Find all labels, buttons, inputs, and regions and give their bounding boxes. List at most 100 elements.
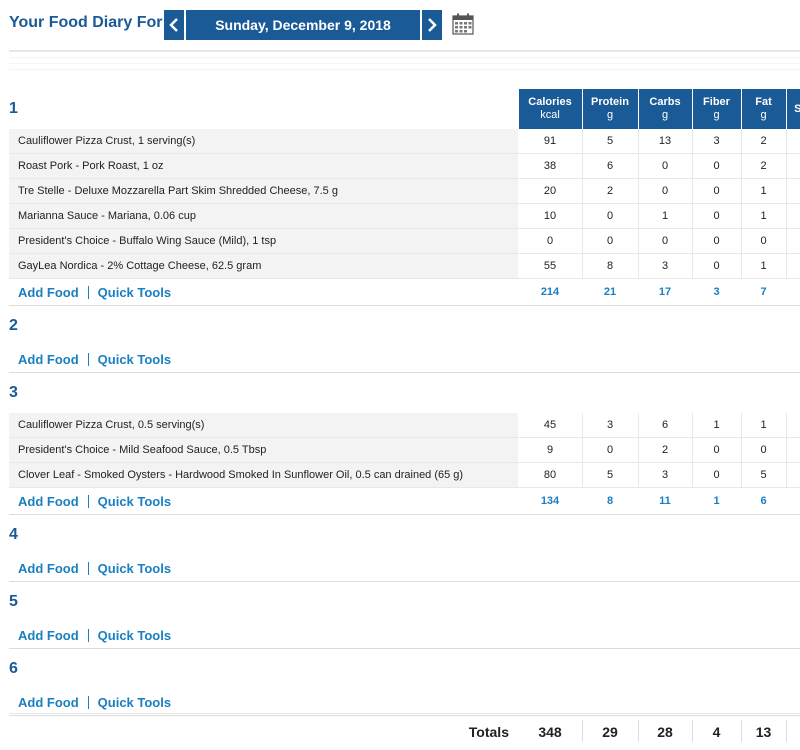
food-row[interactable]: President's Choice - Buffalo Wing Sauce … bbox=[9, 228, 800, 254]
totals-divider bbox=[9, 713, 800, 714]
meal-total-fat bbox=[741, 689, 786, 716]
meal-total-carbs bbox=[638, 622, 692, 649]
food-cal: 20 bbox=[517, 178, 582, 204]
meal-total-protein bbox=[582, 346, 638, 373]
food-extra-cell bbox=[785, 253, 800, 279]
meal-header-filler bbox=[518, 582, 800, 623]
food-row[interactable]: Tre Stelle - Deluxe Mozzarella Part Skim… bbox=[9, 178, 800, 204]
meal-header-row: 2 bbox=[9, 306, 800, 347]
meal-header-filler bbox=[518, 306, 800, 347]
food-protein: 3 bbox=[581, 413, 638, 438]
food-carbs: 1 bbox=[637, 203, 692, 229]
meal-footer-row: Add Food Quick Tools bbox=[9, 622, 800, 649]
current-date: Sunday, December 9, 2018 bbox=[186, 10, 420, 40]
food-name[interactable]: Roast Pork - Pork Roast, 1 oz bbox=[9, 153, 519, 179]
food-extra-cell bbox=[785, 178, 800, 204]
calendar-icon[interactable] bbox=[451, 12, 475, 36]
meal-total-fat bbox=[741, 555, 786, 582]
food-cal: 38 bbox=[517, 153, 582, 179]
quick-tools-link[interactable]: Quick Tools bbox=[98, 695, 171, 710]
quick-tools-link[interactable]: Quick Tools bbox=[98, 285, 171, 300]
link-separator bbox=[87, 285, 89, 299]
column-header-carbs[interactable]: Carbs g bbox=[637, 89, 692, 129]
food-fat: 1 bbox=[740, 178, 786, 204]
food-row[interactable]: Cauliflower Pizza Crust, 0.5 serving(s) 4… bbox=[9, 413, 800, 438]
header-divider bbox=[9, 50, 800, 52]
food-row[interactable]: GayLea Nordica - 2% Cottage Cheese, 62.5… bbox=[9, 253, 800, 279]
meal-header-row: 6 bbox=[9, 649, 800, 690]
meal-total-protein: 21 bbox=[582, 278, 638, 306]
meal-header-filler bbox=[518, 515, 800, 556]
meal-header-row: 3 bbox=[9, 373, 800, 414]
quick-tools-link[interactable]: Quick Tools bbox=[98, 628, 171, 643]
food-row[interactable]: Roast Pork - Pork Roast, 1 oz 38 6 0 0 2 bbox=[9, 153, 800, 179]
diary-title: Your Food Diary For: bbox=[9, 14, 168, 31]
add-food-link[interactable]: Add Food bbox=[18, 628, 79, 643]
quick-tools-link[interactable]: Quick Tools bbox=[98, 494, 171, 509]
food-row[interactable]: President's Choice - Mild Seafood Sauce,… bbox=[9, 437, 800, 463]
link-separator bbox=[87, 352, 89, 366]
column-unit: g bbox=[606, 109, 614, 121]
next-day-button[interactable] bbox=[422, 10, 442, 40]
food-carbs: 0 bbox=[637, 228, 692, 254]
total-fat: 13 bbox=[755, 724, 772, 740]
food-name[interactable]: Clover Leaf - Smoked Oysters - Hardwood … bbox=[9, 462, 519, 488]
column-label: Protein bbox=[591, 96, 629, 108]
food-carbs: 2 bbox=[637, 437, 692, 463]
food-fat: 1 bbox=[740, 253, 786, 279]
column-label: Fiber bbox=[703, 96, 730, 108]
column-header-calories[interactable]: Calories kcal bbox=[517, 89, 582, 129]
food-name[interactable]: GayLea Nordica - 2% Cottage Cheese, 62.5… bbox=[9, 253, 519, 279]
food-name[interactable]: President's Choice - Buffalo Wing Sauce … bbox=[9, 228, 519, 254]
totals-label: Totals bbox=[468, 724, 509, 740]
food-name[interactable]: Cauliflower Pizza Crust, 0.5 serving(s) bbox=[9, 413, 519, 438]
food-fiber: 0 bbox=[691, 203, 741, 229]
food-protein: 0 bbox=[581, 437, 638, 463]
meal-title: 4 bbox=[9, 526, 18, 543]
food-name[interactable]: President's Choice - Mild Seafood Sauce,… bbox=[9, 437, 519, 463]
food-name[interactable]: Cauliflower Pizza Crust, 1 serving(s) bbox=[9, 129, 519, 154]
meal-total-carbs bbox=[638, 555, 692, 582]
column-label: Calories bbox=[528, 96, 572, 108]
food-row[interactable]: Cauliflower Pizza Crust, 1 serving(s) 91 5… bbox=[9, 129, 800, 154]
add-food-link[interactable]: Add Food bbox=[18, 352, 79, 367]
add-food-link[interactable]: Add Food bbox=[18, 561, 79, 576]
meal-total-cal bbox=[518, 622, 582, 649]
add-food-link[interactable]: Add Food bbox=[18, 494, 79, 509]
food-carbs: 0 bbox=[637, 178, 692, 204]
food-carbs: 3 bbox=[637, 253, 692, 279]
meal-total-fiber bbox=[692, 346, 741, 373]
food-fat: 0 bbox=[740, 437, 786, 463]
food-extra-cell bbox=[785, 413, 800, 438]
meal-total-carbs bbox=[638, 346, 692, 373]
food-name[interactable]: Marianna Sauce - Mariana, 0.06 cup bbox=[9, 203, 519, 229]
food-row[interactable]: Marianna Sauce - Mariana, 0.06 cup 10 0 1 0 1 bbox=[9, 203, 800, 229]
meal-footer-row: Add Food Quick Tools 214 21 17 3 7 bbox=[9, 278, 800, 306]
food-fat: 2 bbox=[740, 153, 786, 179]
quick-tools-link[interactable]: Quick Tools bbox=[98, 352, 171, 367]
food-fat: 1 bbox=[740, 203, 786, 229]
meal-total-fat: 7 bbox=[741, 278, 786, 306]
add-food-link[interactable]: Add Food bbox=[18, 285, 79, 300]
food-fiber: 0 bbox=[691, 178, 741, 204]
add-food-link[interactable]: Add Food bbox=[18, 695, 79, 710]
link-separator bbox=[87, 628, 89, 642]
food-fiber: 0 bbox=[691, 153, 741, 179]
meal-total-extra bbox=[786, 278, 800, 306]
meal-total-carbs bbox=[638, 689, 692, 716]
food-row[interactable]: Clover Leaf - Smoked Oysters - Hardwood … bbox=[9, 462, 800, 488]
meal-footer-row: Add Food Quick Tools 134 8 11 1 6 bbox=[9, 487, 800, 515]
column-header-fiber[interactable]: Fiber g bbox=[691, 89, 741, 129]
chevron-left-icon bbox=[169, 18, 178, 32]
food-carbs: 6 bbox=[637, 413, 692, 438]
column-header-fat[interactable]: Fat g bbox=[740, 89, 786, 129]
quick-tools-link[interactable]: Quick Tools bbox=[98, 561, 171, 576]
meal-header-row: 1 Calories kcal Protein g Carbs g Fiber g Fat g S bbox=[9, 89, 800, 129]
totals-row: Totals 348 29 28 4 13 bbox=[9, 720, 800, 744]
food-extra-cell bbox=[785, 203, 800, 229]
column-label: Fat bbox=[755, 96, 772, 108]
column-header-protein[interactable]: Protein g bbox=[581, 89, 638, 129]
food-name[interactable]: Tre Stelle - Deluxe Mozzarella Part Skim… bbox=[9, 178, 519, 204]
previous-day-button[interactable] bbox=[164, 10, 184, 40]
column-header-s[interactable]: S bbox=[785, 89, 800, 129]
